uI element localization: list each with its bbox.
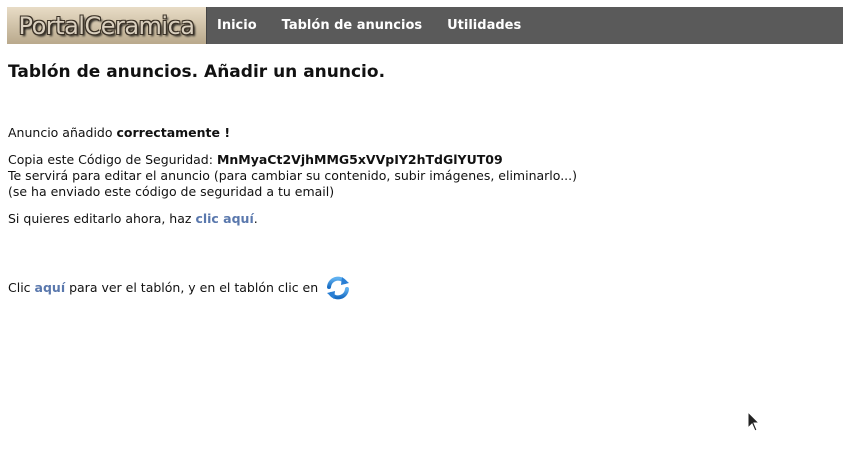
nav-item-tablon[interactable]: Tablón de anuncios	[282, 18, 422, 33]
main-content: Tablón de anuncios. Añadir un anuncio. A…	[8, 58, 828, 301]
security-code-line: Copia este Código de Seguridad: MnMyaCt2…	[8, 152, 828, 168]
view-board-link[interactable]: aquí	[35, 280, 66, 296]
top-navigation-bar: PortalCeramica Inicio Tablón de anuncios…	[7, 7, 843, 44]
security-code-email-note: (se ha enviado este código de seguridad …	[8, 184, 335, 199]
success-strong: correctamente !	[116, 125, 231, 140]
edit-now-link[interactable]: clic aquí	[195, 211, 253, 226]
security-code-label: Copia este Código de Seguridad:	[8, 152, 217, 167]
logo-text: PortalCeramica	[18, 11, 196, 40]
site-logo[interactable]: PortalCeramica	[7, 7, 207, 44]
mouse-pointer-icon	[747, 410, 761, 433]
refresh-icon[interactable]	[325, 275, 351, 301]
success-prefix: Anuncio añadido	[8, 125, 117, 140]
edit-suffix: .	[253, 211, 258, 226]
view-board-line: Clic aquí para ver el tablón, y en el ta…	[8, 275, 828, 301]
nav-item-utilidades[interactable]: Utilidades	[447, 18, 521, 33]
edit-now-line: Si quieres editarlo ahora, haz clic aquí…	[8, 211, 828, 227]
view-prefix: Clic	[8, 280, 35, 295]
main-nav: Inicio Tablón de anuncios Utilidades	[207, 7, 546, 44]
nav-item-inicio[interactable]: Inicio	[217, 18, 257, 33]
security-code-block: Copia este Código de Seguridad: MnMyaCt2…	[8, 152, 828, 200]
view-suffix: para ver el tablón, y en el tablón clic …	[65, 280, 319, 295]
page-title: Tablón de anuncios. Añadir un anuncio.	[8, 62, 386, 82]
security-code-value: MnMyaCt2VjhMMG5xVVpIY2hTdGlYUT09	[216, 152, 503, 167]
edit-prefix: Si quieres editarlo ahora, haz	[8, 211, 196, 226]
success-message: Anuncio añadido correctamente !	[8, 125, 828, 141]
security-code-usage: Te servirá para editar el anuncio (para …	[8, 168, 577, 183]
